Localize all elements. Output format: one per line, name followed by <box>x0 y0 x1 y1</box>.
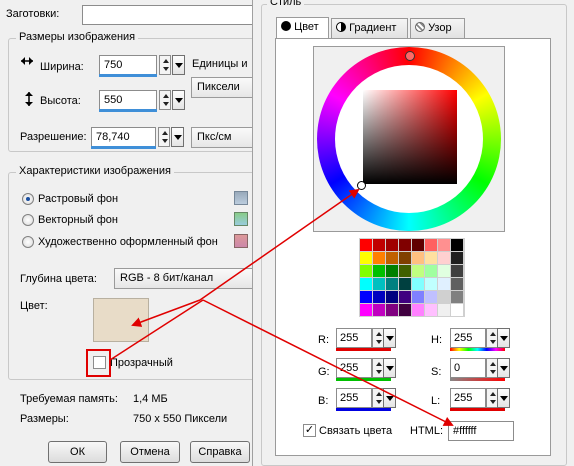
arrow-to-html-field <box>202 299 454 426</box>
arrow-to-color-wheel <box>199 188 360 301</box>
annotation-arrows <box>109 188 454 426</box>
arrow-from-transparent <box>109 299 204 361</box>
arrow-to-color-swatch <box>131 299 201 327</box>
